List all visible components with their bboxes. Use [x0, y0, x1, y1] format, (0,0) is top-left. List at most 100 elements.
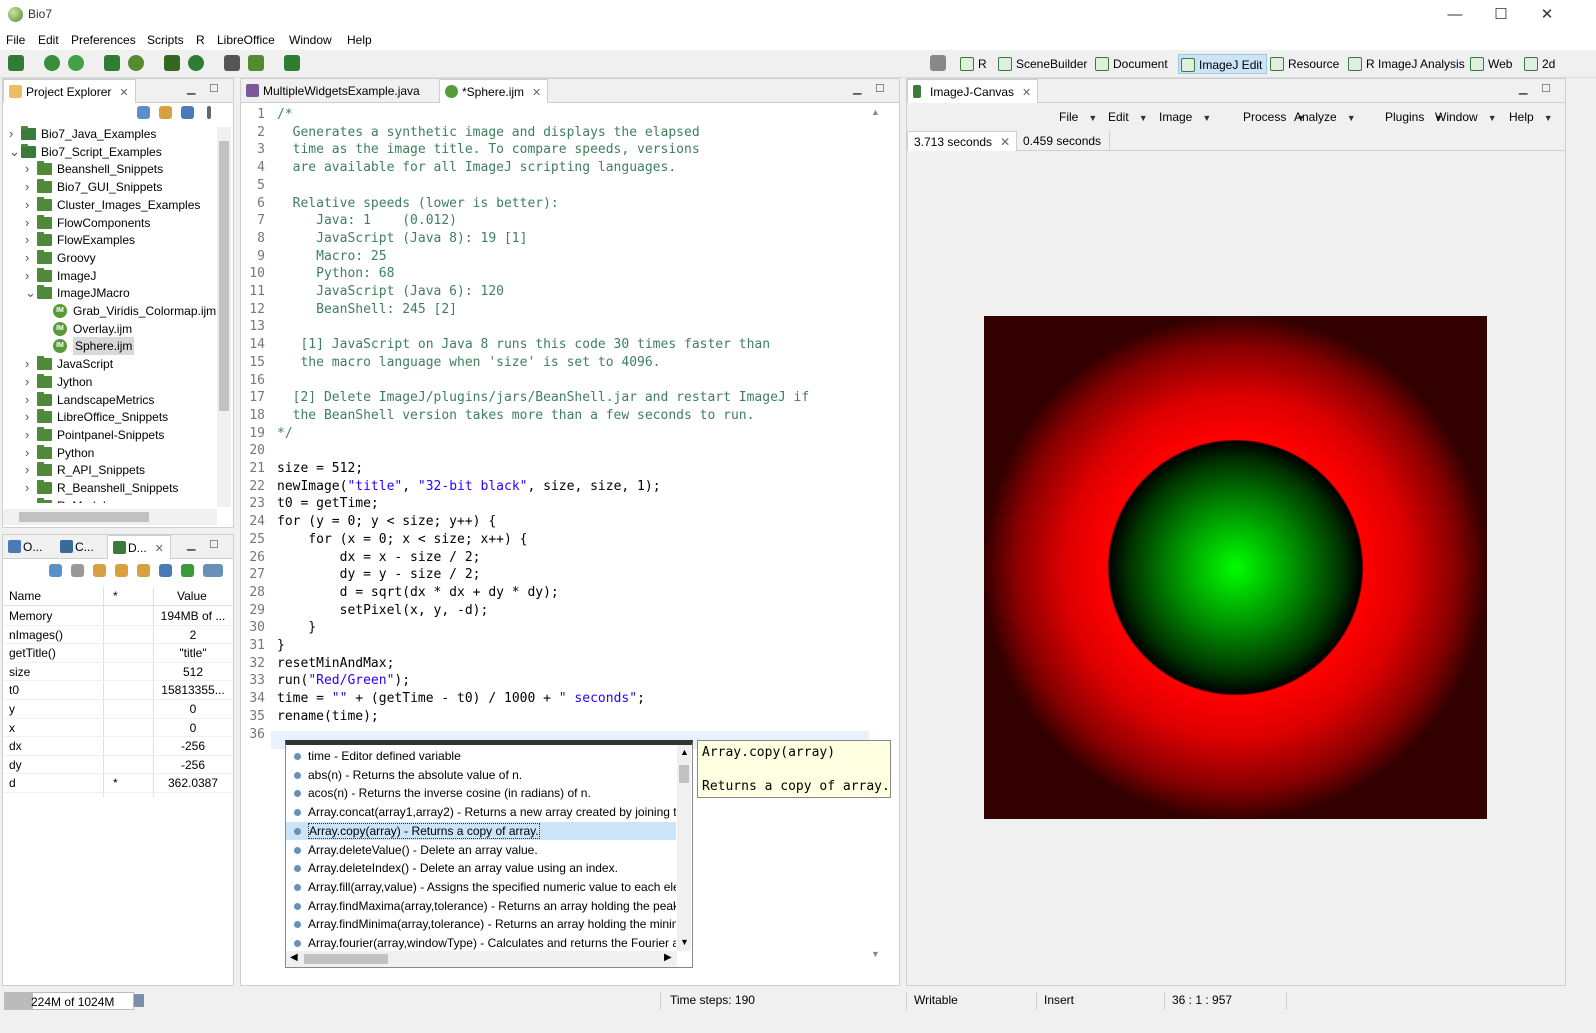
close-icon[interactable]: ✕	[1022, 87, 1031, 99]
tree-item[interactable]: › R_Beanshell_Snippets	[3, 479, 215, 497]
header-star[interactable]: *	[113, 587, 118, 606]
minimize-icon[interactable]: ▁	[187, 82, 195, 95]
scrollbar-thumb[interactable]	[679, 765, 689, 783]
close-button[interactable]: ✕	[1524, 0, 1570, 30]
refresh-icon[interactable]	[188, 55, 204, 71]
tree-item[interactable]: › FlowComponents	[3, 214, 215, 232]
open-perspective-icon[interactable]	[930, 55, 946, 71]
table-row[interactable]: dx -256	[3, 737, 231, 756]
perspective-web[interactable]: Web	[1468, 54, 1516, 74]
tree-item[interactable]: ⌄ ImageJMacro	[3, 284, 215, 302]
maximize-icon[interactable]: ☐	[1541, 82, 1551, 95]
minimize-button[interactable]: —	[1432, 0, 1478, 30]
s-icon[interactable]	[44, 55, 60, 71]
tree-item[interactable]: › Groovy	[3, 249, 215, 267]
scrollbar-thumb[interactable]	[219, 141, 229, 411]
ij-menu-analyze[interactable]: Analyze ▼	[1294, 106, 1356, 128]
expression-icon[interactable]	[203, 564, 223, 577]
step-into-icon[interactable]	[115, 564, 128, 577]
menu-file[interactable]: File	[6, 33, 25, 47]
tab-project-explorer[interactable]: Project Explorer ✕	[3, 79, 136, 103]
macro-icon[interactable]	[284, 55, 300, 71]
tree-item[interactable]: › Bio7_GUI_Snippets	[3, 178, 215, 196]
autocomplete-item[interactable]: abs(n) - Returns the absolute value of n…	[286, 766, 676, 785]
tree-item[interactable]: IM Sphere.ijm	[3, 337, 215, 356]
chevron-right-icon[interactable]: ›	[25, 267, 29, 285]
ij-menu-window[interactable]: Window ▼	[1435, 106, 1497, 128]
header-name[interactable]: Name	[9, 587, 41, 606]
tree-item[interactable]: › Cluster_Images_Examples	[3, 196, 215, 214]
close-icon[interactable]: ✕	[532, 87, 541, 99]
chevron-right-icon[interactable]: ›	[25, 214, 29, 232]
chevron-right-icon[interactable]: ›	[25, 461, 29, 479]
chevron-right-icon[interactable]: ›	[25, 391, 29, 409]
document-icon[interactable]	[164, 55, 180, 71]
chevron-right-icon[interactable]: ›	[25, 373, 29, 391]
step-return-icon[interactable]	[137, 564, 150, 577]
chevron-right-icon[interactable]: ›	[25, 196, 29, 214]
import-icon[interactable]	[248, 55, 264, 71]
scroll-down-icon[interactable]: ▼	[680, 937, 689, 947]
inspect-icon[interactable]	[159, 564, 172, 577]
scroll-down-icon[interactable]: ▼	[871, 949, 880, 959]
scroll-up-icon[interactable]: ▲	[871, 107, 880, 117]
tree-item[interactable]: › Jython	[3, 373, 215, 391]
autocomplete-list[interactable]: time - Editor defined variable abs(n) - R…	[286, 745, 676, 951]
menu-preferences[interactable]: Preferences	[71, 33, 136, 47]
tree-item[interactable]: › R_API_Snippets	[3, 461, 215, 479]
scrollbar-thumb[interactable]	[304, 954, 388, 964]
print-icon[interactable]	[224, 55, 240, 71]
chevron-right-icon[interactable]: ›	[25, 497, 29, 503]
autocomplete-item[interactable]: Array.fourier(array,windowType) - Calcul…	[286, 934, 676, 951]
ij-menu-help[interactable]: Help ▼	[1509, 106, 1553, 128]
tab-outline[interactable]: O...	[3, 535, 48, 559]
autocomplete-hscrollbar[interactable]: ◀ ▶	[286, 951, 677, 967]
cluster-icon[interactable]	[128, 55, 144, 71]
perspective-document[interactable]: Document	[1093, 54, 1172, 74]
tree-item[interactable]: › FlowExamples	[3, 231, 215, 249]
tree-item[interactable]: IM Grab_Viridis_Colormap.ijm	[3, 302, 216, 320]
perspective-r[interactable]: R	[958, 54, 991, 74]
sphere-image[interactable]	[984, 316, 1487, 819]
autocomplete-item[interactable]: Array.findMaxima(array,tolerance) - Retu…	[286, 897, 676, 916]
autocomplete-popup[interactable]: time - Editor defined variable abs(n) - R…	[285, 740, 693, 968]
run-icon[interactable]	[8, 55, 24, 71]
table-row[interactable]: nImages() 2	[3, 626, 231, 645]
step-icon[interactable]	[104, 55, 120, 71]
view-menu-icon[interactable]	[207, 106, 211, 119]
tab-imagej-canvas[interactable]: ImageJ-Canvas ✕	[907, 79, 1039, 103]
stop-icon[interactable]	[71, 564, 84, 577]
tree-item[interactable]: › Python	[3, 444, 215, 462]
autocomplete-item[interactable]: acos(n) - Returns the inverse cosine (in…	[286, 784, 676, 803]
chevron-down-icon[interactable]: ⌄	[9, 143, 20, 161]
table-row[interactable]: size 512	[3, 663, 231, 682]
debug-step-icon[interactable]	[49, 564, 62, 577]
vertical-scrollbar[interactable]	[217, 127, 231, 507]
header-value[interactable]: Value	[177, 587, 207, 606]
tree-item[interactable]: › LandscapeMetrics	[3, 391, 215, 409]
chevron-right-icon[interactable]: ›	[25, 444, 29, 462]
editor-vertical-scrollbar[interactable]: ▲ ▼	[869, 103, 883, 963]
ij-menu-image[interactable]: Image ▼	[1159, 106, 1211, 128]
autocomplete-vscrollbar[interactable]: ▲ ▼	[677, 745, 691, 951]
tree-item[interactable]: › JavaScript	[3, 355, 215, 373]
menu-window[interactable]: Window	[289, 33, 332, 47]
chevron-right-icon[interactable]: ›	[25, 249, 29, 267]
link-editor-icon[interactable]	[159, 106, 172, 119]
image-tab-1[interactable]: 3.713 seconds ✕	[907, 131, 1018, 151]
autocomplete-item[interactable]: Array.deleteIndex() - Delete an array va…	[286, 859, 676, 878]
step-over-icon[interactable]	[93, 564, 106, 577]
table-row[interactable]: getTitle() "title"	[3, 644, 231, 663]
tab-sphere-ijm[interactable]: *Sphere.ijm ✕	[439, 79, 549, 103]
minimize-icon[interactable]: ▁	[853, 82, 861, 95]
maximize-icon[interactable]: ☐	[209, 538, 219, 551]
autocomplete-item[interactable]: Array.deleteValue() - Delete an array va…	[286, 841, 676, 860]
resume-icon[interactable]	[181, 564, 194, 577]
horizontal-scrollbar[interactable]	[3, 509, 217, 525]
table-row[interactable]: d * 362.0387	[3, 774, 231, 793]
chevron-right-icon[interactable]: ›	[25, 231, 29, 249]
close-icon[interactable]: ✕	[119, 87, 128, 99]
tree-item[interactable]: › R_Markdown	[3, 497, 215, 503]
autocomplete-item[interactable]: Array.findMinima(array,tolerance) - Retu…	[286, 915, 676, 934]
scroll-right-icon[interactable]: ▶	[664, 952, 672, 963]
